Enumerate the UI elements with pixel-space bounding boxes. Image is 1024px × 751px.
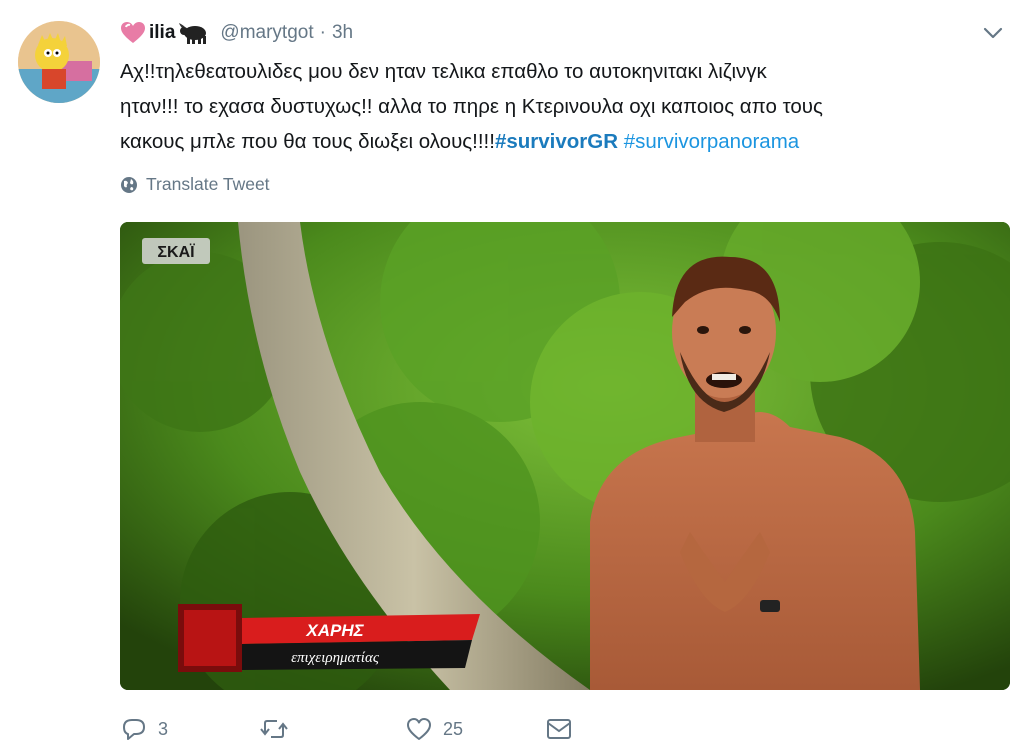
avatar-image [18, 21, 100, 103]
avatar[interactable] [18, 21, 100, 103]
bull-emoji-icon [179, 23, 207, 44]
direct-message-button[interactable] [545, 715, 573, 743]
tweet-timestamp[interactable]: 3h [332, 22, 353, 44]
tweet-text-line-3: κακους μπλε που θα τους διωξει ολους!!!!… [120, 124, 1000, 159]
tweet-media-image[interactable]: ΣΚΑΪ ΧΑΡΗΣ επιχειρηματίας [120, 222, 1010, 690]
hashtag-link-survivorpanorama[interactable]: #survivorpanorama [624, 130, 799, 153]
channel-logo: ΣΚΑΪ [142, 238, 210, 264]
user-handle[interactable]: @marytgot [220, 22, 313, 44]
retweet-button[interactable] [260, 715, 405, 743]
direct-message-icon [547, 719, 571, 739]
reply-count: 3 [158, 718, 169, 739]
chevron-down-icon[interactable] [982, 22, 1004, 44]
tweet-text-line-2: ηταν!!! το εχασα δυστυχως!! αλλα το πηρε… [120, 95, 823, 118]
tweet-text-line-1: Αχ!!τηλεθεατουλιδες μου δεν ηταν τελικα … [120, 60, 767, 83]
tweet-text: Αχ!!τηλεθεατουλιδες μου δεν ηταν τελικα … [120, 54, 1000, 159]
tweet-text-line-3-body: κακους μπλε που θα τους διωξει ολους!!!! [120, 130, 495, 153]
separator-dot: · [319, 22, 326, 43]
display-name-link[interactable]: ilia [120, 20, 210, 46]
lower-third-role: επιχειρηματίας [291, 650, 380, 666]
reply-button[interactable]: 3 [120, 715, 260, 743]
globe-icon [121, 176, 137, 193]
tweet-header: ilia @marytgot · 3h [120, 18, 353, 48]
tweet-actions-bar: 3 25 [120, 712, 573, 746]
heart-emoji-icon [121, 22, 145, 43]
like-count: 25 [443, 718, 464, 739]
display-name: ilia [149, 22, 176, 43]
like-button[interactable]: 25 [405, 715, 545, 743]
retweet-icon [260, 720, 288, 738]
hashtag-link-survivorgr[interactable]: #survivorGR [495, 130, 618, 153]
translate-tweet-button[interactable]: Translate Tweet [120, 174, 270, 195]
translate-tweet-label: Translate Tweet [146, 174, 270, 194]
channel-logo-text: ΣΚΑΪ [157, 243, 195, 261]
like-icon [407, 718, 431, 740]
media-scene: ΣΚΑΪ ΧΑΡΗΣ επιχειρηματίας [120, 222, 1010, 690]
reply-icon [123, 719, 145, 740]
lower-third-name: ΧΑΡΗΣ [305, 621, 364, 640]
